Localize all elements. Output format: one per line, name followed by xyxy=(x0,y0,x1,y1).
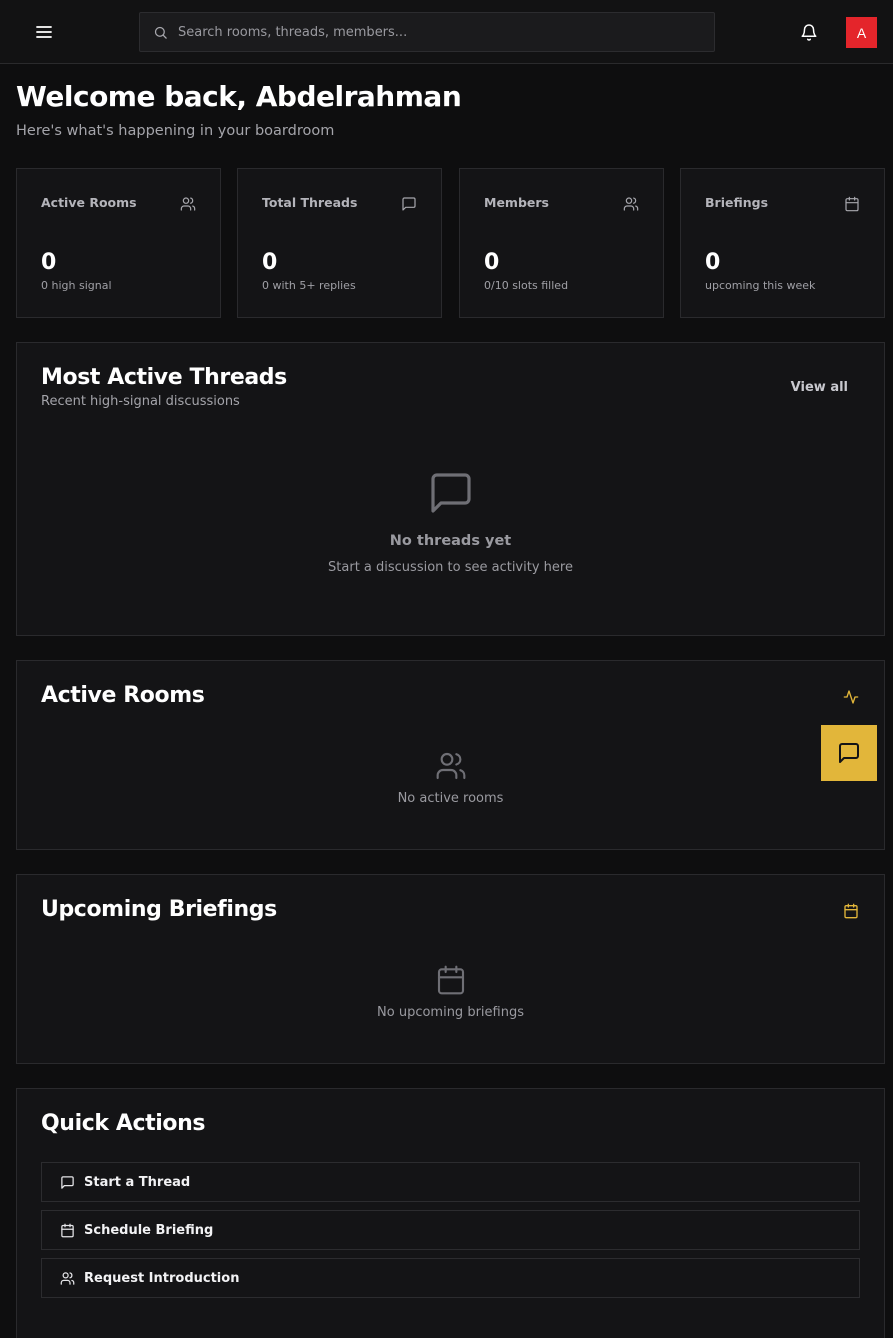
page-title: Welcome back, Abdelrahman xyxy=(16,80,462,113)
stat-sub: 0 high signal xyxy=(41,279,112,292)
most-active-threads-card: Most Active Threads Recent high-signal d… xyxy=(16,342,885,636)
menu-icon[interactable] xyxy=(30,20,58,44)
search-input[interactable] xyxy=(178,24,698,40)
users-icon xyxy=(59,1270,75,1286)
stat-value: 0 xyxy=(484,250,500,275)
calendar-icon xyxy=(842,902,860,920)
search-bar[interactable] xyxy=(139,12,715,52)
stat-value: 0 xyxy=(262,250,278,275)
upcoming-briefings-card: Upcoming Briefings No upcoming briefings xyxy=(16,874,885,1064)
avatar[interactable]: A xyxy=(846,17,877,48)
empty-state-text: No active rooms xyxy=(397,791,504,806)
calendar-icon xyxy=(435,964,467,996)
start-thread-button[interactable]: Start a Thread xyxy=(41,1162,860,1202)
stat-label: Active Rooms xyxy=(41,195,137,210)
card-title: Most Active Threads xyxy=(41,365,287,390)
stat-label: Members xyxy=(484,195,549,210)
users-icon xyxy=(435,750,467,782)
schedule-briefing-button[interactable]: Schedule Briefing xyxy=(41,1210,860,1250)
stat-card-active-rooms: Active Rooms 0 0 high signal xyxy=(16,168,221,318)
card-title: Quick Actions xyxy=(41,1111,206,1136)
users-icon xyxy=(623,196,639,212)
message-square-icon xyxy=(837,741,861,765)
message-square-icon xyxy=(401,196,417,212)
stat-card-total-threads: Total Threads 0 0 with 5+ replies xyxy=(237,168,442,318)
quick-action-label: Start a Thread xyxy=(84,1174,191,1190)
bell-icon[interactable] xyxy=(798,20,820,44)
card-title: Active Rooms xyxy=(41,683,205,708)
empty-state-subtitle: Start a discussion to see activity here xyxy=(328,560,573,575)
stat-value: 0 xyxy=(705,250,721,275)
card-title: Upcoming Briefings xyxy=(41,897,277,922)
chat-fab-button[interactable] xyxy=(821,725,877,781)
stat-sub: 0 with 5+ replies xyxy=(262,279,356,292)
page-subtitle: Here's what's happening in your boardroo… xyxy=(16,123,335,139)
message-square-icon xyxy=(427,469,475,517)
quick-actions-card: Quick Actions Start a Thread Schedule Br… xyxy=(16,1088,885,1338)
stat-sub: 0/10 slots filled xyxy=(484,279,569,292)
stat-label: Total Threads xyxy=(262,195,358,210)
stat-value: 0 xyxy=(41,250,57,275)
stat-card-members: Members 0 0/10 slots filled xyxy=(459,168,664,318)
message-square-icon xyxy=(59,1174,75,1190)
users-icon xyxy=(180,196,196,212)
empty-state-title: No threads yet xyxy=(389,533,512,549)
card-subtitle: Recent high-signal discussions xyxy=(41,394,240,409)
stat-sub: upcoming this week xyxy=(705,279,816,292)
stat-card-briefings: Briefings 0 upcoming this week xyxy=(680,168,885,318)
stat-label: Briefings xyxy=(705,195,769,210)
top-bar: A xyxy=(0,0,893,64)
calendar-icon xyxy=(59,1222,75,1238)
activity-icon xyxy=(842,688,860,706)
calendar-icon xyxy=(844,196,860,212)
empty-state-text: No upcoming briefings xyxy=(377,1005,524,1020)
active-rooms-card: Active Rooms No active rooms xyxy=(16,660,885,850)
quick-action-label: Schedule Briefing xyxy=(84,1222,214,1238)
search-icon xyxy=(151,23,169,41)
view-all-link[interactable]: View all xyxy=(791,380,848,395)
request-introduction-button[interactable]: Request Introduction xyxy=(41,1258,860,1298)
quick-action-label: Request Introduction xyxy=(84,1270,240,1286)
